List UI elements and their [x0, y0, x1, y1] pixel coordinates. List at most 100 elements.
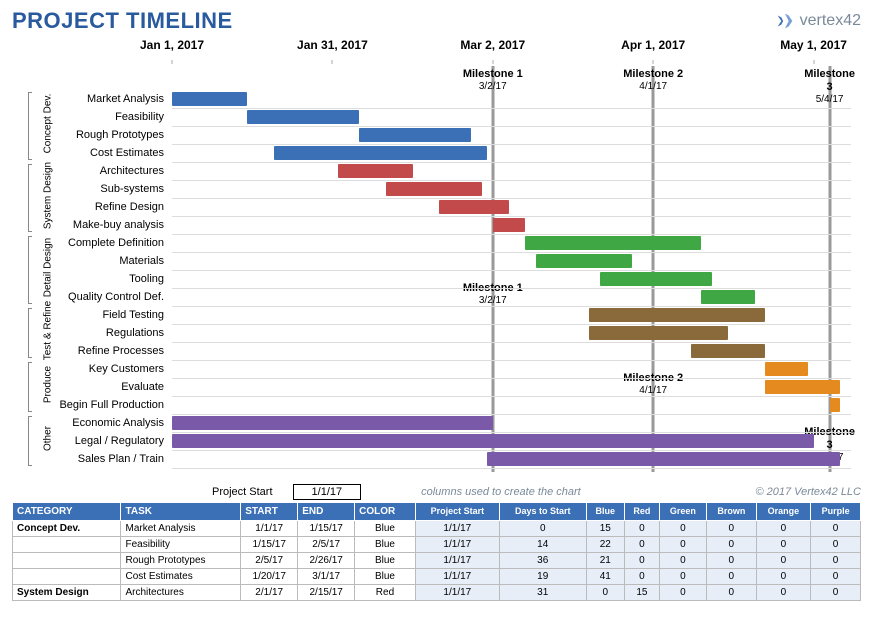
task-label: Materials	[18, 255, 168, 267]
table-cell[interactable]	[13, 553, 121, 569]
table-cell[interactable]: 31	[499, 585, 586, 601]
table-cell[interactable]: Feasibility	[121, 537, 241, 553]
group-label: Concept Dev.	[43, 84, 54, 164]
table-cell[interactable]: 0	[624, 553, 659, 569]
table-cell[interactable]: 0	[706, 569, 756, 585]
table-cell[interactable]: 2/5/17	[241, 553, 298, 569]
table-cell[interactable]: 0	[811, 537, 861, 553]
table-cell[interactable]: 1/1/17	[415, 553, 499, 569]
table-cell[interactable]: 1/1/17	[241, 521, 298, 537]
gantt-row: Feasibility	[12, 108, 851, 126]
table-cell[interactable]: 1/1/17	[415, 537, 499, 553]
group-label: System Design	[43, 156, 54, 236]
table-cell[interactable]: 0	[706, 585, 756, 601]
table-cell[interactable]: Blue	[355, 569, 416, 585]
table-cell[interactable]: 0	[811, 569, 861, 585]
table-cell[interactable]: 1/15/17	[298, 521, 355, 537]
gantt-bar	[172, 434, 814, 448]
gantt-bar	[536, 254, 632, 268]
table-cell[interactable]: 0	[706, 553, 756, 569]
gantt-chart: Jan 1, 2017Jan 31, 2017Mar 2, 2017Apr 1,…	[12, 38, 861, 478]
table-cell[interactable]: 15	[624, 585, 659, 601]
task-label: Market Analysis	[18, 93, 168, 105]
table-cell[interactable]: 1/1/17	[415, 585, 499, 601]
gantt-bar	[493, 218, 525, 232]
table-cell[interactable]: 0	[624, 537, 659, 553]
table-cell[interactable]: 0	[659, 585, 706, 601]
table-cell[interactable]: 0	[706, 521, 756, 537]
group-bracket	[28, 416, 32, 466]
table-cell[interactable]: 0	[659, 569, 706, 585]
table-cell[interactable]: Architectures	[121, 585, 241, 601]
table-cell[interactable]: 2/5/17	[298, 537, 355, 553]
table-cell[interactable]: 3/1/17	[298, 569, 355, 585]
task-label: Key Customers	[18, 363, 168, 375]
gantt-bar	[338, 164, 413, 178]
table-cell[interactable]: System Design	[13, 585, 121, 601]
task-label: Make-buy analysis	[18, 219, 168, 231]
table-cell[interactable]: 0	[811, 521, 861, 537]
table-cell[interactable]: Market Analysis	[121, 521, 241, 537]
table-cell[interactable]: Blue	[355, 521, 416, 537]
table-cell[interactable]: Cost Estimates	[121, 569, 241, 585]
table-cell[interactable]: 0	[756, 537, 810, 553]
timeline-axis: Jan 1, 2017Jan 31, 2017Mar 2, 2017Apr 1,…	[172, 38, 851, 64]
table-cell[interactable]: 14	[499, 537, 586, 553]
table-cell[interactable]: 1/1/17	[415, 569, 499, 585]
gantt-bar	[386, 182, 482, 196]
group-bracket	[28, 164, 32, 232]
table-cell[interactable]: 2/1/17	[241, 585, 298, 601]
gantt-row: Quality Control Def.	[12, 288, 851, 306]
gantt-bar	[359, 128, 471, 142]
table-cell[interactable]: 0	[659, 553, 706, 569]
table-cell[interactable]: 0	[756, 585, 810, 601]
table-cell[interactable]: 19	[499, 569, 586, 585]
table-row: Cost Estimates1/20/173/1/17Blue1/1/17194…	[13, 569, 861, 585]
group-bracket	[28, 308, 32, 358]
table-cell[interactable]: 21	[586, 553, 624, 569]
table-cell[interactable]: 2/26/17	[298, 553, 355, 569]
table-cell[interactable]: 15	[586, 521, 624, 537]
table-cell[interactable]: 0	[624, 521, 659, 537]
table-cell[interactable]: 22	[586, 537, 624, 553]
gantt-row: Architectures	[12, 162, 851, 180]
task-label: Rough Prototypes	[18, 129, 168, 141]
table-cell[interactable]: Blue	[355, 537, 416, 553]
gantt-bar	[247, 110, 359, 124]
gantt-row: Materials	[12, 252, 851, 270]
table-cell[interactable]: 1/20/17	[241, 569, 298, 585]
table-header: Brown	[706, 503, 756, 521]
table-cell[interactable]: 0	[811, 585, 861, 601]
table-cell[interactable]: 1/15/17	[241, 537, 298, 553]
table-cell[interactable]: 0	[659, 537, 706, 553]
table-cell[interactable]: 0	[706, 537, 756, 553]
table-cell[interactable]	[13, 569, 121, 585]
table-cell[interactable]: 1/1/17	[415, 521, 499, 537]
table-cell[interactable]: 0	[624, 569, 659, 585]
group-bracket	[28, 362, 32, 412]
table-cell[interactable]: Red	[355, 585, 416, 601]
table-cell[interactable]: 36	[499, 553, 586, 569]
task-label: Evaluate	[18, 381, 168, 393]
gantt-row: Refine Processes	[12, 342, 851, 360]
gantt-row: Market Analysis	[12, 90, 851, 108]
table-cell[interactable]: 41	[586, 569, 624, 585]
table-cell[interactable]: 0	[756, 521, 810, 537]
table-cell[interactable]: 0	[756, 569, 810, 585]
table-cell[interactable]: 0	[756, 553, 810, 569]
gantt-row: Complete Definition	[12, 234, 851, 252]
project-start-value[interactable]: 1/1/17	[293, 484, 362, 500]
table-cell[interactable]: 0	[499, 521, 586, 537]
task-label: Sub-systems	[18, 183, 168, 195]
table-cell[interactable]: 0	[811, 553, 861, 569]
gantt-bar	[765, 380, 840, 394]
logo-icon	[774, 10, 796, 32]
table-cell[interactable]	[13, 537, 121, 553]
table-cell[interactable]: Concept Dev.	[13, 521, 121, 537]
table-cell[interactable]: 2/15/17	[298, 585, 355, 601]
table-cell[interactable]: Rough Prototypes	[121, 553, 241, 569]
table-cell[interactable]: 0	[586, 585, 624, 601]
table-cell[interactable]: 0	[659, 521, 706, 537]
gantt-bar	[172, 416, 493, 430]
table-cell[interactable]: Blue	[355, 553, 416, 569]
